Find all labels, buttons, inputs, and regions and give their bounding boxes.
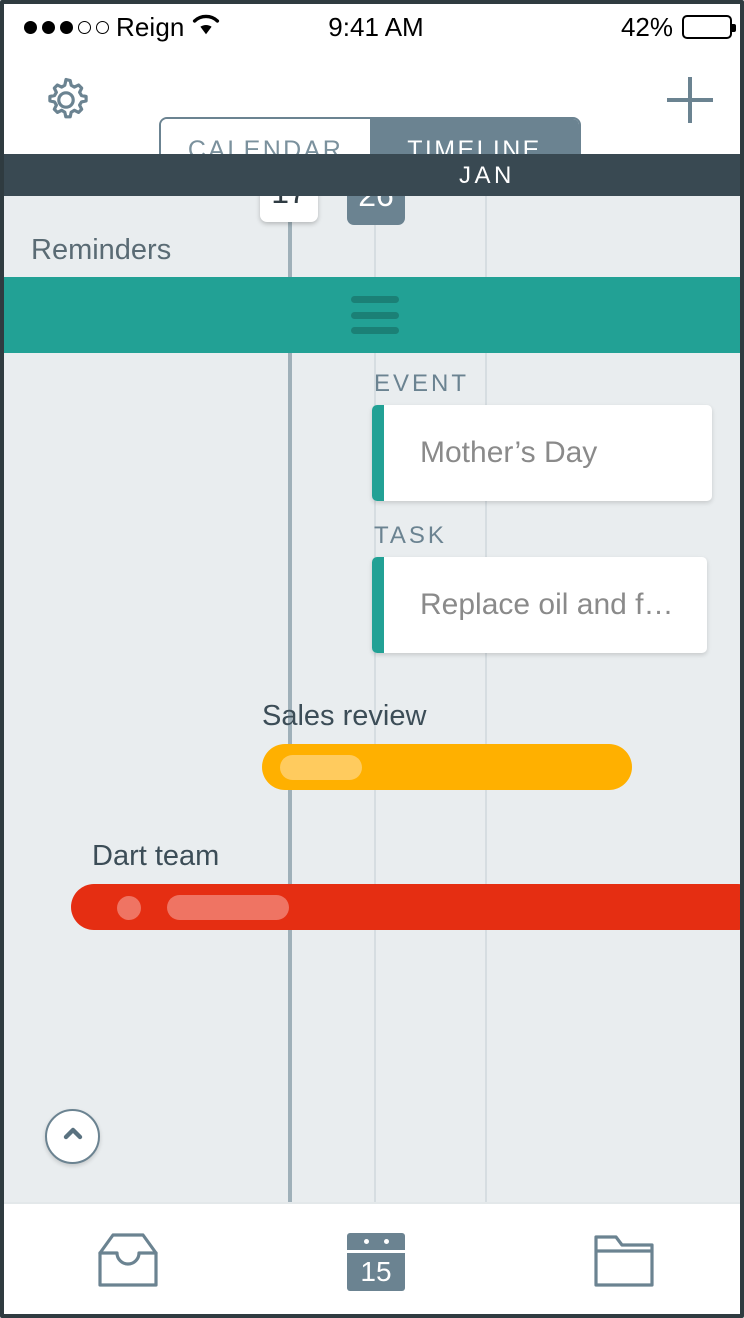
nav-item-inbox[interactable] [4,1204,252,1314]
gantt-label-sales-review: Sales review [262,700,427,732]
phone-screen: Reign 9:41 AM 42% CALENDAR TIMELINE JAN … [0,0,744,1318]
event-card[interactable]: Mother’s Day [372,405,712,501]
status-bar: Reign 9:41 AM 42% [4,4,740,50]
top-navigation-bar: CALENDAR TIMELINE [4,50,740,183]
timeline-board[interactable]: 17 26 Reminders EVENT Mother’s Day TASK … [4,196,740,1202]
nav-item-calendar[interactable]: 15 [252,1204,500,1314]
battery-icon [682,15,736,39]
gantt-bar-dart-team[interactable] [71,884,740,930]
date-marker-label: 26 [358,196,394,214]
task-card-title: Replace oil and f… [420,588,674,621]
event-card-group: EVENT Mother’s Day [372,370,712,501]
drag-handle-icon[interactable] [351,296,399,334]
month-label: JAN [459,162,515,189]
event-card-title: Mother’s Day [420,436,598,469]
nav-item-folder[interactable] [500,1204,740,1314]
gantt-label-dart-team: Dart team [92,840,220,872]
collapse-button[interactable] [45,1109,100,1164]
date-marker-label: 17 [271,196,307,211]
event-card-kind-label: EVENT [374,370,470,397]
add-button[interactable] [660,72,720,132]
task-card-accent [372,557,384,653]
battery-percent-label: 42% [620,11,673,42]
gear-icon [40,74,92,131]
gantt-bar-sales-review[interactable] [262,744,632,790]
task-card-kind-label: TASK [374,522,447,549]
gantt-milestone-dot-dart-team [117,896,141,920]
date-marker-26[interactable]: 26 [347,196,405,225]
settings-button[interactable] [36,72,96,132]
clock-text: 9:41 AM [328,11,424,42]
chevron-up-icon [60,1121,86,1152]
timeline-month-header: JAN [4,154,740,196]
gantt-subtask-sales-review [280,755,362,780]
reminders-label: Reminders [31,234,172,266]
inbox-icon [92,1229,164,1296]
calendar-icon: 15 [347,1233,405,1291]
plus-icon [662,72,718,133]
calendar-icon-day: 15 [347,1253,405,1291]
gantt-subtask-dart-team [167,895,289,920]
event-card-accent [372,405,384,501]
bottom-navigation-bar: 15 [4,1202,740,1314]
date-marker-17[interactable]: 17 [260,196,318,222]
status-bar-right: 42% [620,4,736,50]
reminders-bar[interactable] [4,277,740,353]
task-card[interactable]: Replace oil and f… [372,557,707,653]
task-card-group: TASK Replace oil and f… [372,522,707,653]
folder-icon [590,1229,658,1296]
